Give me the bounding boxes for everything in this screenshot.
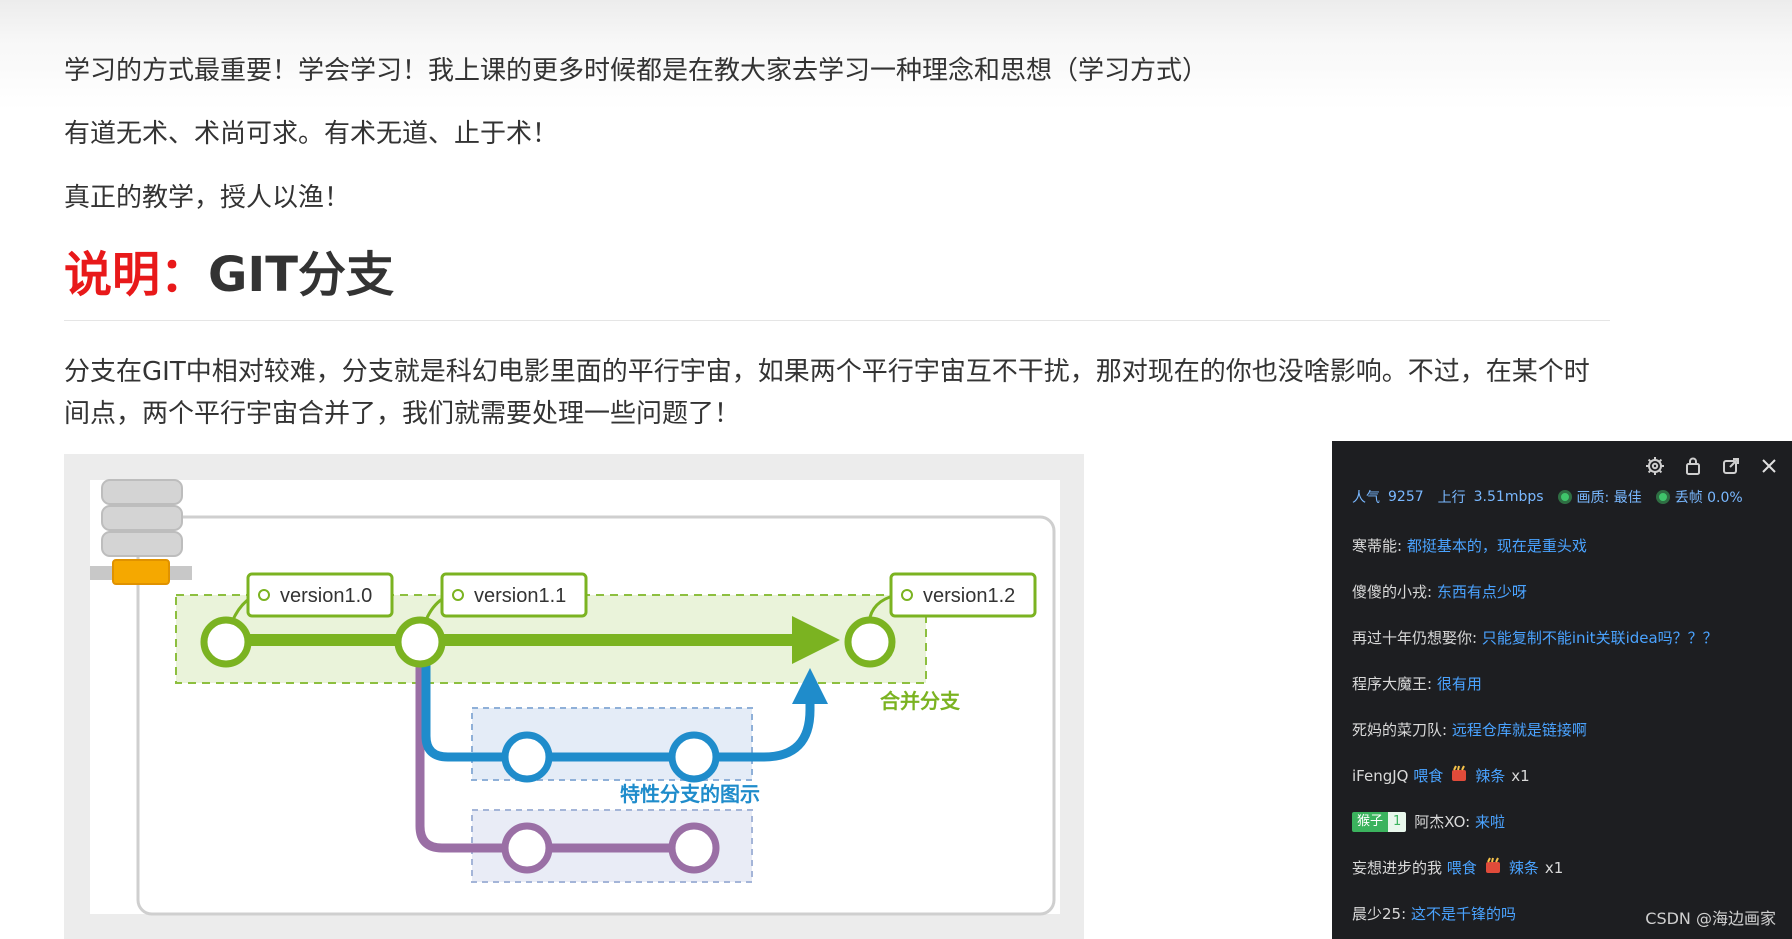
live-chat-panel: 人气 9257 上行 3.51mbps 画质: 最佳 丢帧 0.0% 寒蒂能: … — [1332, 441, 1792, 939]
quality-status-icon — [1557, 490, 1572, 504]
commit-node-feature-1 — [501, 731, 553, 783]
fan-badge: 猴子 1 — [1352, 812, 1407, 832]
chat-message: 程序大魔王: 很有用 — [1352, 672, 1782, 718]
panel-toolbar — [1642, 453, 1782, 479]
fan-badge-level: 1 — [1388, 812, 1407, 832]
chat-text: 只能复制不能init关联idea吗？？？ — [1481, 629, 1718, 647]
commit-node-main-1 — [200, 616, 252, 668]
chat-message: 再过十年仍想娶你: 只能复制不能init关联idea吗？？？ — [1352, 626, 1782, 672]
gift-name: 辣条 — [1508, 859, 1539, 877]
chat-username: 程序大魔王: — [1352, 675, 1433, 693]
chat-message-list[interactable]: 寒蒂能: 都挺基本的，现在是重头戏 傻傻的小戎: 东西有点少呀 再过十年仍想娶你… — [1352, 534, 1782, 939]
version-tag-2-label: version1.1 — [474, 585, 566, 607]
upload-stat: 上行 3.51mbps — [1438, 487, 1544, 507]
chat-text: 远程仓库就是链接啊 — [1451, 721, 1587, 739]
chat-text: 喂食 — [1413, 767, 1444, 785]
spicy-strip-gift-icon — [1449, 764, 1469, 791]
upload-label: 上行 — [1437, 490, 1466, 506]
version-tag-3: version1.2 — [889, 572, 1037, 618]
diagram-canvas: version1.0 version1.1 version1.2 合并分支 特性… — [90, 479, 1060, 916]
quality-value: 画质: 最佳 — [1576, 490, 1642, 506]
intro-paragraph-2: 有道无术、术尚可求。有术无道、止于术！ — [64, 119, 559, 149]
dropped-frames-status-icon — [1655, 490, 1670, 504]
dropped-frames-value: 丢帧 0.0% — [1674, 490, 1743, 506]
chat-gift-message: 妄想进步的我 喂食 辣条 x1 — [1352, 856, 1782, 902]
chat-text: 东西有点少呀 — [1436, 583, 1527, 601]
intro-paragraph-3: 真正的教学，授人以渔！ — [64, 183, 351, 213]
chat-username: 妄想进步的我 — [1352, 859, 1443, 877]
gift-count: x1 — [1511, 767, 1530, 785]
spicy-strip-gift-icon — [1483, 856, 1503, 883]
chat-text: 喂食 — [1446, 859, 1477, 877]
quality-stat: 画质: 最佳 — [1557, 487, 1642, 507]
intro-paragraph-1: 学习的方式最重要！学会学习！我上课的更多时候都是在教大家去学习一种理念和思想（学… — [64, 56, 1209, 86]
chat-text: 都挺基本的，现在是重头戏 — [1406, 537, 1587, 555]
popout-icon[interactable] — [1718, 453, 1744, 479]
branch-description: 分支在GIT中相对较难，分支就是科幻电影里面的平行宇宙，如果两个平行宇宙互不干扰… — [64, 357, 1590, 429]
stream-stats: 人气 9257 上行 3.51mbps 画质: 最佳 丢帧 0.0% — [1352, 487, 1757, 507]
merge-branch-label: 合并分支 — [880, 689, 961, 713]
commit-node-main-2 — [394, 616, 446, 668]
chat-text: 来啦 — [1475, 813, 1506, 831]
section-heading: 说明：GIT分支 — [64, 240, 394, 310]
fan-badge-name: 猴子 — [1352, 812, 1389, 832]
commit-node-purple-2 — [668, 822, 720, 874]
lock-icon[interactable] — [1680, 453, 1706, 479]
feature-branch-label: 特性分支的图示 — [620, 782, 760, 806]
chat-username: 寒蒂能: — [1352, 537, 1403, 555]
chat-message: 傻傻的小戎: 东西有点少呀 — [1352, 580, 1782, 626]
version-tag-1-label: version1.0 — [280, 585, 372, 607]
close-icon[interactable] — [1756, 453, 1782, 479]
chat-text: 这不是千锋的吗 — [1410, 905, 1516, 923]
gift-name: 辣条 — [1475, 767, 1506, 785]
chat-username: 阿杰XO: — [1414, 813, 1471, 831]
heading-title: GIT分支 — [208, 247, 395, 303]
version-tag-3-label: version1.2 — [923, 585, 1015, 607]
chat-username: 傻傻的小戎: — [1352, 583, 1433, 601]
chat-username: 再过十年仍想娶你: — [1352, 629, 1478, 647]
version-tag-1: version1.0 — [246, 572, 394, 618]
popularity-value: 9257 — [1388, 489, 1424, 505]
upload-value: 3.51mbps — [1473, 489, 1544, 505]
popularity-stat: 人气 9257 — [1352, 487, 1424, 507]
csdn-watermark: CSDN @海边画家 — [1645, 909, 1776, 928]
commit-node-merge — [844, 616, 896, 668]
version-tag-2: version1.1 — [440, 572, 588, 618]
chat-gift-message: iFengJQ 喂食 辣条 x1 — [1352, 764, 1782, 810]
page: 学习的方式最重要！学会学习！我上课的更多时候都是在教大家去学习一种理念和思想（学… — [0, 0, 1792, 939]
chat-message: 死妈的菜刀队: 远程仓库就是链接啊 — [1352, 718, 1782, 764]
popularity-label: 人气 — [1352, 490, 1380, 506]
dropped-frames-stat: 丢帧 0.0% — [1655, 487, 1743, 507]
chat-username: 死妈的菜刀队: — [1352, 721, 1448, 739]
chat-text: 很有用 — [1436, 675, 1482, 693]
commit-node-feature-2 — [668, 731, 720, 783]
chat-username: 晨少25: — [1352, 905, 1407, 923]
git-branch-diagram: version1.0 version1.1 version1.2 合并分支 特性… — [64, 454, 1084, 939]
commit-node-purple-1 — [501, 822, 553, 874]
gift-count: x1 — [1544, 859, 1564, 877]
settings-icon[interactable] — [1642, 453, 1668, 479]
heading-divider — [64, 320, 1610, 321]
heading-accent: 说明： — [64, 247, 209, 303]
chat-username: iFengJQ — [1352, 767, 1409, 785]
chat-message: 寒蒂能: 都挺基本的，现在是重头戏 — [1352, 534, 1782, 580]
chat-message: 猴子 1 阿杰XO: 来啦 — [1352, 810, 1782, 856]
